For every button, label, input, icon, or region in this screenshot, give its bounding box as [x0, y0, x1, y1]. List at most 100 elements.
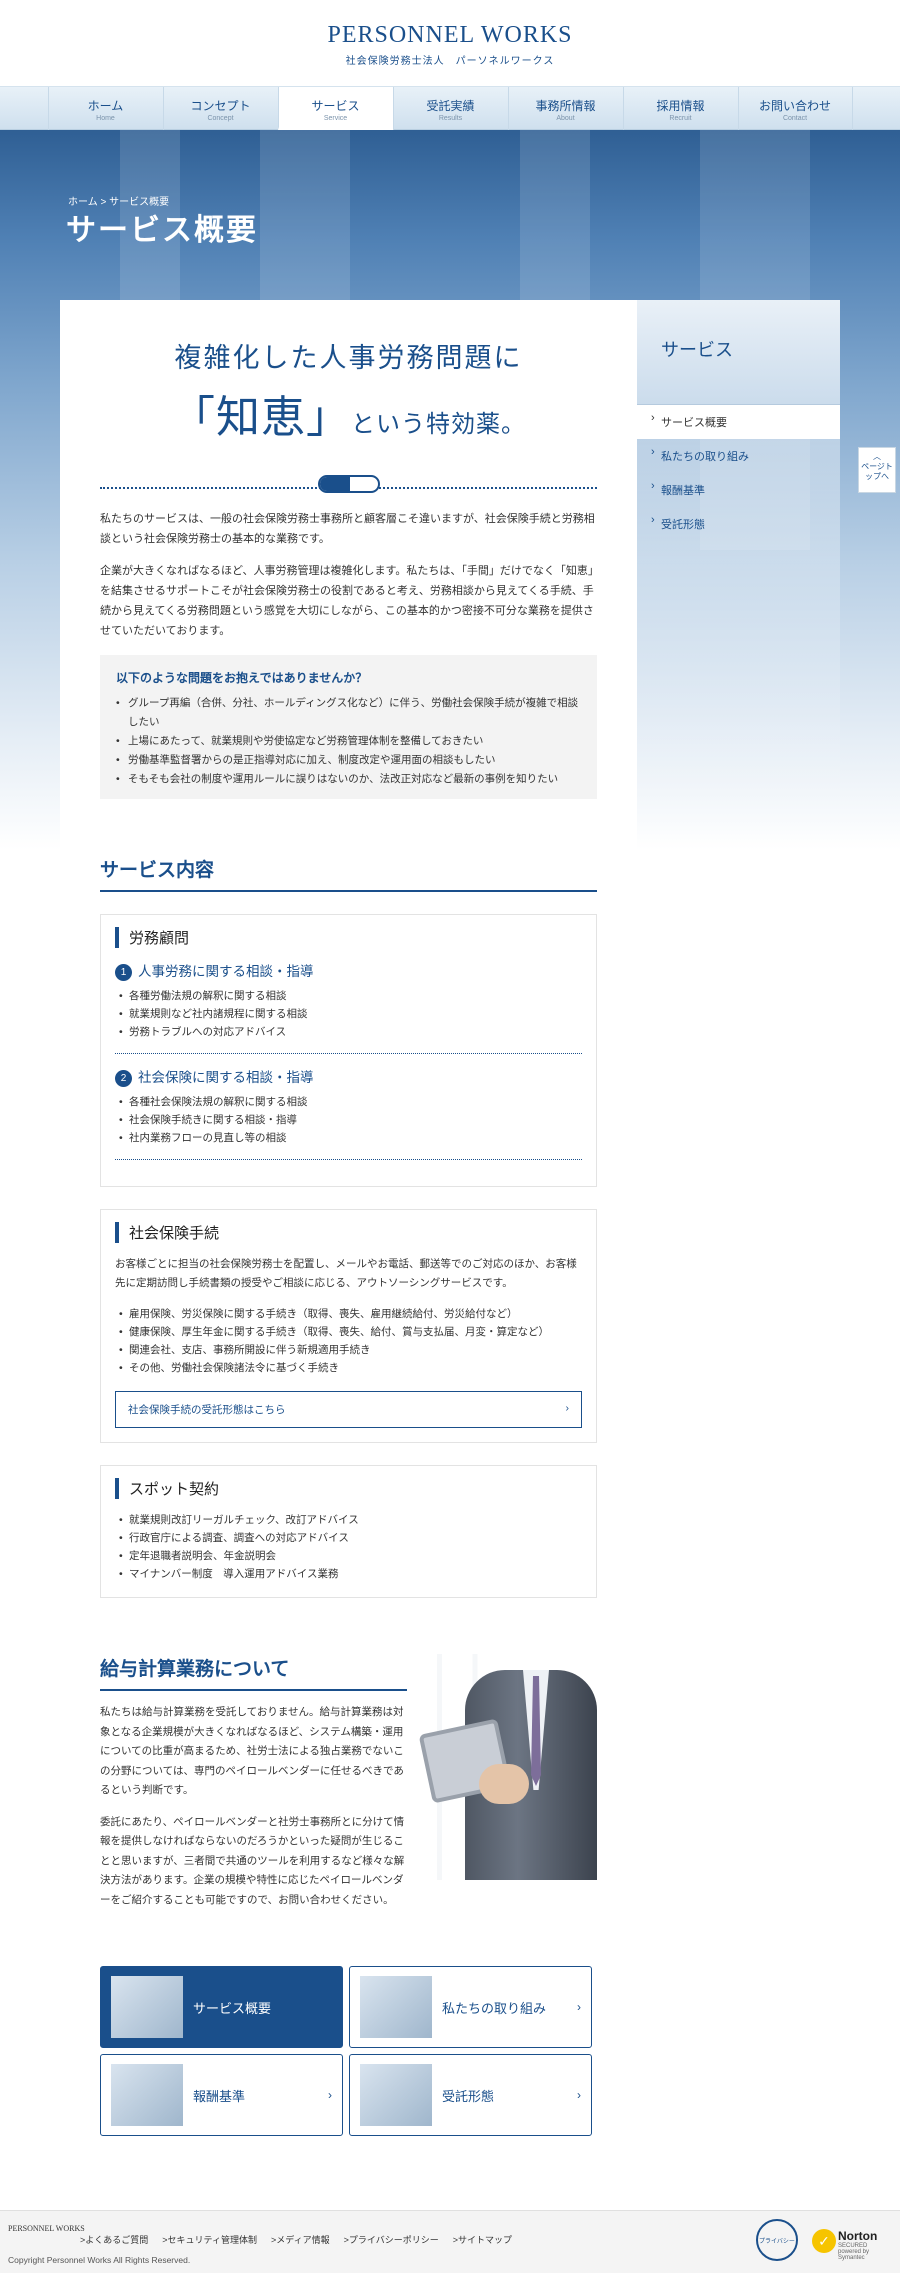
list-item: 就業規則改訂リーガルチェック、改訂アドバイス	[115, 1511, 582, 1529]
list-item: マイナンバー制度 導入運用アドバイス業務	[115, 1565, 582, 1583]
list-item: その他、労働社会保険諸法令に基づく手続き	[115, 1359, 582, 1377]
nav-results[interactable]: 受託実績 Results	[392, 87, 508, 130]
site-footer: PERSONNEL WORKS >よくあるご質問 >セキュリティ管理体制 >メデ…	[0, 2210, 900, 2273]
dotted-divider	[115, 1053, 582, 1054]
businessman-tablet-photo	[419, 1654, 597, 1880]
shakai-link-button[interactable]: 社会保険手続の受託形態はこちら ›	[115, 1391, 582, 1428]
sub-title-text: 社会保険に関する相談・指導	[138, 1070, 314, 1085]
side-item-fees[interactable]: 報酬基準	[637, 473, 840, 507]
kyuyo-title: 給与計算業務について	[100, 1654, 407, 1691]
list-item: 就業規則など社内諸規程に関する相談	[115, 1005, 582, 1023]
nav-label: 採用情報	[656, 99, 705, 113]
side-item-initiatives[interactable]: 私たちの取り組み	[637, 439, 840, 473]
nav-home[interactable]: ホーム Home	[47, 87, 163, 130]
service-tiles: サービス概要 私たちの取り組み › 報酬基準 › 受託形態 ›	[100, 1966, 597, 2136]
global-nav: ホーム Home コンセプト Concept サービス Service 受託実績 Res…	[0, 86, 900, 130]
list-item: 定年退職者説明会、年金説明会	[115, 1547, 582, 1565]
card-shakai: 社会保険手続 お客様ごとに担当の社会保険労務士を配置し、メールやお電話、郵送等で…	[100, 1209, 597, 1443]
list-item: 雇用保険、労災保険に関する手続き（取得、喪失、雇用継続給付、労災給付など）	[115, 1305, 582, 1323]
page-top-label: ページトップへ	[861, 462, 893, 481]
city-thumbnail	[111, 1976, 183, 2038]
site-header: PERSONNEL WORKS 社会保険労務士法人 パーソネルワークス	[0, 0, 900, 86]
kyuyo-section: 給与計算業務について 私たちは給与計算業務を受託しておりません。給与計算業務は対…	[100, 1654, 597, 1910]
catch-small: という特効薬。	[351, 412, 526, 438]
nav-service[interactable]: サービス Service	[277, 87, 393, 130]
card-title: 社会保険手続	[115, 1222, 582, 1243]
intro-paragraph-2: 企業が大きくなればなるほど、人事労務管理は複雑化します。私たちは、「手間」だけで…	[100, 565, 594, 637]
tile-fees[interactable]: 報酬基準 ›	[100, 2054, 343, 2136]
question-item: グループ再編（合併、分社、ホールディングス化など）に伴う、労働社会保険手続が複雑…	[116, 694, 581, 732]
nav-recruit[interactable]: 採用情報 Recruit	[622, 87, 738, 130]
tile-initiatives[interactable]: 私たちの取り組み ›	[349, 1966, 592, 2048]
list-item: 各種社会保険法規の解釈に関する相談	[115, 1093, 582, 1111]
intro-paragraph-1: 私たちのサービスは、一般の社会保険労務士事務所と顧客層こそ違いますが、社会保険手…	[100, 513, 595, 545]
page: PERSONNEL WORKS 社会保険労務士法人 パーソネルワークス ホーム H…	[0, 0, 900, 2273]
nav-about[interactable]: 事務所情報 About	[507, 87, 623, 130]
tile-label: 報酬基準	[193, 2088, 246, 2104]
check-icon: ✓	[812, 2229, 836, 2253]
tile-service-overview[interactable]: サービス概要	[100, 1966, 343, 2048]
sub-title-1: 1 人事労務に関する相談・指導	[115, 960, 582, 981]
site-logo-sub: 社会保険労務士法人 パーソネルワークス	[345, 56, 555, 67]
page-top-button[interactable]: ︿ ページトップへ	[858, 447, 896, 493]
catch-line1: 複雑化した人事労務問題に	[174, 343, 523, 373]
list-item: 労務トラブルへの対応アドバイス	[115, 1023, 582, 1041]
question-item: 労働基準監督署からの是正指導対応に加え、制度改定や運用面の相談もしたい	[116, 751, 581, 770]
card-title: 労務顧問	[115, 927, 582, 948]
copyright: Copyright Personnel Works All Rights Res…	[8, 2255, 191, 2265]
badge-label: Norton	[838, 2229, 878, 2243]
nav-contact[interactable]: お問い合わせ Contact	[737, 87, 853, 130]
card-spot: スポット契約 就業規則改訂リーガルチェック、改訂アドバイス 行政官庁による調査、…	[100, 1465, 597, 1598]
number-badge: 1	[115, 964, 132, 981]
footer-link-sitemap[interactable]: >サイトマップ	[453, 2233, 512, 2246]
nav-sub: Concept	[207, 115, 234, 122]
nav-sub: Home	[96, 115, 115, 122]
side-item-overview[interactable]: サービス概要	[637, 405, 840, 439]
sub-title-2: 2 社会保険に関する相談・指導	[115, 1066, 582, 1087]
documents-thumbnail	[360, 2064, 432, 2126]
kyuyo-paragraph-1: 私たちは給与計算業務を受託しておりません。給与計算業務は対象となる企業規模が大き…	[100, 1706, 404, 1796]
footer-link-media[interactable]: >メディア情報	[271, 2233, 330, 2246]
question-item: そもそも会社の制度や運用ルールに誤りはないのか、法改正対応など最新の事例を知りた…	[116, 770, 581, 789]
question-box: 以下のような問題をお抱えではありませんか？ グループ再編（合併、分社、ホールディ…	[100, 655, 597, 799]
capsule-divider	[100, 471, 597, 493]
laptop-thumbnail	[111, 2064, 183, 2126]
capsule-icon	[317, 475, 380, 493]
site-logo[interactable]: PERSONNEL WORKS	[0, 22, 900, 49]
tile-contract-forms[interactable]: 受託形態 ›	[349, 2054, 592, 2136]
card-text: お客様ごとに担当の社会保険労務士を配置し、メールやお電話、郵送等でのご対応のほか…	[115, 1258, 577, 1289]
services-title: サービス内容	[100, 855, 597, 892]
list-item: 行政官庁による調査、調査への対応アドバイス	[115, 1529, 582, 1547]
footer-links: >よくあるご質問 >セキュリティ管理体制 >メディア情報 >プライバシーポリシー…	[80, 2233, 512, 2246]
list-item: 関連会社、支店、事務所開設に伴う新規適用手続き	[115, 1341, 582, 1359]
list-item: 各種労働法規の解釈に関する相談	[115, 987, 582, 1005]
footer-link-privacy[interactable]: >プライバシーポリシー	[344, 2233, 439, 2246]
card-roumu: 労務顧問 1 人事労務に関する相談・指導 各種労働法規の解釈に関する相談 就業規則…	[100, 914, 597, 1187]
norton-secured-badge[interactable]: ✓ Norton SECURED powered by Symantec	[808, 2219, 888, 2267]
kyuyo-paragraph-2: 委託にあたり、ペイロールベンダーと社労士事務所とに分けて情報を提供しなければなら…	[100, 1815, 405, 1906]
main-content: 複雑化した人事労務問題に 「知恵」という特効薬。 私たちのサービスは、一般の社会…	[60, 300, 637, 2176]
page-title: サービス概要	[66, 214, 258, 247]
sub-title-text: 人事労務に関する相談・指導	[138, 964, 314, 979]
card-title: スポット契約	[115, 1478, 582, 1499]
nav-concept[interactable]: コンセプト Concept	[162, 87, 278, 130]
list-item: 社内業務フローの見直し等の相談	[115, 1129, 582, 1147]
side-title: サービス	[637, 300, 840, 405]
chevron-right-icon: ›	[328, 2088, 332, 2102]
tile-label: 私たちの取り組み	[442, 2000, 547, 2016]
nav-sub: Service	[323, 115, 348, 122]
footer-link-security[interactable]: >セキュリティ管理体制	[162, 2233, 257, 2246]
nav-label: コンセプト	[190, 99, 251, 113]
nav-sub: Results	[438, 115, 463, 122]
footer-link-faq[interactable]: >よくあるご質問	[80, 2233, 148, 2246]
privacy-mark-badge[interactable]: プライバシー	[756, 2219, 798, 2261]
catch-line2: 「知恵」という特効薬。	[100, 381, 597, 445]
nav-label: ホーム	[87, 99, 124, 113]
badge-by: powered by Symantec	[838, 2249, 870, 2261]
chevron-up-icon: ︿	[873, 452, 881, 461]
footer-logo[interactable]: PERSONNEL WORKS	[8, 2225, 85, 2233]
side-item-contract[interactable]: 受託形態	[637, 507, 840, 541]
badge-label: プライバシー	[759, 2239, 795, 2245]
number-badge: 2	[115, 1070, 132, 1087]
question-item: 上場にあたって、就業規則や労使協定など労務管理体制を整備しておきたい	[116, 732, 581, 751]
